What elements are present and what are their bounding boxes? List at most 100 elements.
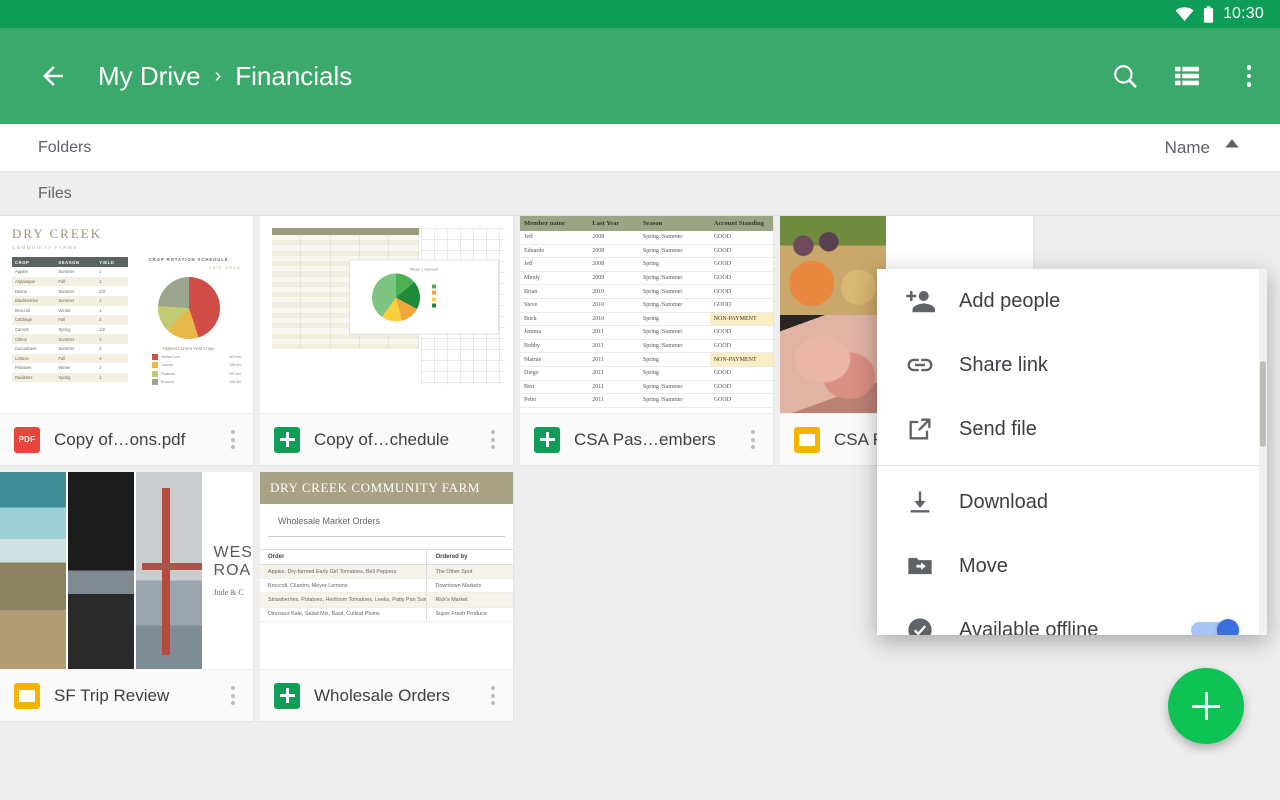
- file-context-menu[interactable]: Add people Share link Send file Download: [877, 269, 1267, 635]
- list-view-icon[interactable]: [1174, 63, 1200, 89]
- col-header: SEASON: [55, 257, 96, 267]
- file-card-bar: Wholesale Orders: [260, 669, 513, 721]
- file-thumbnail[interactable]: DRY CREEK COMMUNITY FARM Wholesale Marke…: [260, 472, 513, 669]
- doc-header: DRY CREEK COMMUNITY FARM: [260, 472, 513, 504]
- create-new-button[interactable]: [1168, 668, 1244, 744]
- table-row: Peter2011Spring /SummerGOOD: [520, 394, 773, 408]
- move-folder-icon: [903, 549, 937, 583]
- arrow-up-icon[interactable]: [1222, 135, 1242, 160]
- file-card[interactable]: DRY CREEK COMMUNITY FARM Wholesale Marke…: [260, 472, 514, 722]
- table-row: ApplesSummer1: [12, 267, 128, 277]
- file-card[interactable]: Week 1 Harvest Copy of…: [260, 216, 514, 466]
- more-vertical-icon[interactable]: [481, 680, 505, 711]
- folders-section-header: Folders Name: [0, 124, 1280, 172]
- more-vertical-icon[interactable]: [1236, 63, 1262, 89]
- legend-title: Highest Current Yield Crops: [136, 346, 241, 351]
- content-area: Folders Name Files DRY CREEK COMMUNITY F…: [0, 124, 1280, 800]
- legend-item: Yellow Corn800 lbs: [136, 354, 241, 360]
- status-clock: 10:30: [1223, 5, 1264, 23]
- pie-chart: [158, 277, 220, 339]
- menu-divider: [877, 465, 1267, 466]
- crop-table: CROP SEASON YIELD ApplesSummer1 Asparagu…: [12, 257, 128, 385]
- menu-item-download[interactable]: Download: [877, 470, 1267, 534]
- table-row: Mindy2009Spring /SummerGOOD: [520, 271, 773, 285]
- table-row: Strawberries, Potatoes, Heirloom Tomatoe…: [260, 593, 513, 607]
- table-row: Brian2010Spring /SummerGOOD: [520, 285, 773, 299]
- breadcrumb: My Drive › Financials: [98, 61, 352, 92]
- chart-title: Week 1 Harvest: [350, 267, 498, 272]
- menu-item-label: Move: [959, 555, 1245, 578]
- legend-item: Carrots355 lbs: [136, 362, 241, 368]
- file-name: Wholesale Orders: [314, 686, 481, 706]
- menu-item-available-offline[interactable]: Available offline: [877, 598, 1267, 635]
- table-row: BroccoliWinter1: [12, 306, 128, 316]
- slide-title-line1: WES: [214, 544, 253, 562]
- sheets-file-icon: [274, 427, 300, 453]
- wholesale-orders-thumbnail: DRY CREEK COMMUNITY FARM Wholesale Marke…: [260, 472, 513, 669]
- file-thumbnail[interactable]: WES ROA Jude & C: [0, 472, 253, 669]
- col-header: YIELD: [96, 257, 128, 267]
- table-row: PotatoesWinter2: [12, 363, 128, 373]
- more-vertical-icon[interactable]: [221, 680, 245, 711]
- menu-scrollbar-thumb[interactable]: [1260, 361, 1266, 447]
- status-bar: 10:30: [0, 0, 1280, 28]
- more-vertical-icon[interactable]: [741, 424, 765, 455]
- sort-control[interactable]: Name: [1165, 135, 1242, 160]
- photo-root-vegetables: [780, 216, 886, 315]
- table-row: Jeff2008SpringGOOD: [520, 258, 773, 272]
- table-row: CabbageFall2: [12, 315, 128, 325]
- menu-item-add-people[interactable]: Add people: [877, 269, 1267, 333]
- file-card-bar: Copy of…chedule: [260, 413, 513, 465]
- back-arrow-icon[interactable]: [38, 61, 68, 91]
- battery-icon: [1203, 6, 1214, 23]
- slide-title-line2: ROA: [214, 562, 253, 580]
- doc-subtitle: COMMUNITY FARMS: [12, 245, 241, 250]
- sheets-file-icon: [534, 427, 560, 453]
- breadcrumb-root[interactable]: My Drive: [98, 61, 201, 92]
- file-name: CSA Pas…embers: [574, 430, 741, 450]
- file-card-bar: PDF Copy of…ons.pdf: [0, 413, 253, 465]
- offline-toggle[interactable]: [1191, 619, 1239, 635]
- file-card[interactable]: WES ROA Jude & C SF Trip Review: [0, 472, 254, 722]
- photo-coastline: [0, 472, 66, 669]
- chart-note: July 2014: [136, 265, 241, 270]
- table-row: Marnie2011SpringNON-PAYMENT: [520, 353, 773, 367]
- file-thumbnail[interactable]: Member name Last Year Season Account Sta…: [520, 216, 773, 413]
- table-row: Apples, Dry-farmed Early Girl Tomatoes, …: [260, 565, 513, 579]
- more-vertical-icon[interactable]: [481, 424, 505, 455]
- offline-check-icon: [903, 613, 937, 635]
- chart-title: CROP ROTATION SCHEDULE: [136, 257, 241, 262]
- sf-trip-thumbnail: WES ROA Jude & C: [0, 472, 253, 669]
- menu-scrollbar[interactable]: [1259, 269, 1267, 635]
- col-header: Last Year: [588, 216, 639, 231]
- search-icon[interactable]: [1112, 63, 1138, 89]
- file-card[interactable]: DRY CREEK COMMUNITY FARMS CROP SEASON YI…: [0, 216, 254, 466]
- menu-item-label: Download: [959, 491, 1245, 514]
- col-header: CROP: [12, 257, 55, 267]
- col-header: Season: [639, 216, 710, 231]
- app-toolbar: My Drive › Financials: [0, 28, 1280, 124]
- menu-item-move[interactable]: Move: [877, 534, 1267, 598]
- col-header: Order: [260, 550, 427, 565]
- sheet-chart-thumbnail: Week 1 Harvest: [260, 216, 513, 413]
- legend-item: Broccoli184 lbs: [136, 379, 241, 385]
- files-section-header: Files: [0, 172, 1280, 216]
- slides-file-icon: [14, 683, 40, 709]
- slide-byline: Jude & C: [214, 588, 253, 597]
- file-thumbnail[interactable]: DRY CREEK COMMUNITY FARMS CROP SEASON YI…: [0, 216, 253, 413]
- file-thumbnail[interactable]: Week 1 Harvest: [260, 216, 513, 413]
- file-name: Copy of…chedule: [314, 430, 481, 450]
- col-header: Member name: [520, 216, 588, 231]
- menu-item-send-file[interactable]: Send file: [877, 397, 1267, 461]
- table-row: CarrotsSpring1/2: [12, 325, 128, 335]
- doc-title: DRY CREEK: [12, 226, 241, 242]
- table-row: Jeff2008Spring /SummerGOOD: [520, 231, 773, 244]
- menu-item-label: Available offline: [959, 619, 1191, 636]
- menu-item-share-link[interactable]: Share link: [877, 333, 1267, 397]
- table-row: Jemma2011Spring /SummerGOOD: [520, 326, 773, 340]
- plus-icon: [1192, 692, 1220, 720]
- more-vertical-icon[interactable]: [221, 424, 245, 455]
- chart-legend: [432, 284, 439, 310]
- file-card-bar: CSA Pas…embers: [520, 413, 773, 465]
- file-card[interactable]: Member name Last Year Season Account Sta…: [520, 216, 774, 466]
